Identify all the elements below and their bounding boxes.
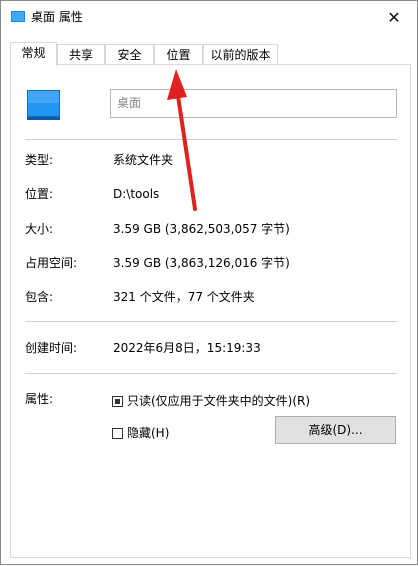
readonly-checkbox[interactable] <box>112 396 123 407</box>
location-value: D:\tools <box>113 187 160 201</box>
size-on-disk-label: 占用空间: <box>25 256 78 270</box>
contains-label: 包含: <box>25 290 54 304</box>
folder-icon <box>11 11 25 22</box>
type-label: 类型: <box>25 153 54 167</box>
title-bar[interactable]: 桌面 属性 ✕ <box>1 1 417 33</box>
location-label: 位置: <box>25 187 54 201</box>
created-label: 创建时间: <box>25 341 78 355</box>
advanced-button[interactable]: 高级(D)... <box>275 416 396 444</box>
tab-previous-versions[interactable]: 以前的版本 <box>203 44 278 65</box>
close-button[interactable]: ✕ <box>371 1 417 33</box>
type-value: 系统文件夹 <box>113 153 174 167</box>
size-on-disk-value: 3.59 GB (3,863,126,016 字节) <box>113 256 290 270</box>
tab-strip: 常规 共享 安全 位置 以前的版本 <box>10 42 410 66</box>
divider <box>25 321 397 322</box>
size-value: 3.59 GB (3,862,503,057 字节) <box>113 222 290 236</box>
properties-window: 桌面 属性 ✕ 常规 共享 安全 位置 以前的版本 桌面 类型: 系统文件夹 位… <box>0 0 418 565</box>
readonly-label[interactable]: 只读(仅应用于文件夹中的文件)(R) <box>127 393 310 409</box>
hidden-label[interactable]: 隐藏(H) <box>127 425 169 441</box>
tab-sharing[interactable]: 共享 <box>57 44 105 65</box>
desktop-folder-icon <box>27 90 60 120</box>
size-label: 大小: <box>25 222 54 236</box>
close-icon: ✕ <box>387 7 401 27</box>
contains-value: 321 个文件，77 个文件夹 <box>113 290 255 304</box>
tab-security[interactable]: 安全 <box>105 44 154 65</box>
folder-name-field[interactable]: 桌面 <box>110 89 397 118</box>
tab-general[interactable]: 常规 <box>10 42 57 66</box>
window-title: 桌面 属性 <box>31 10 83 24</box>
divider <box>25 139 397 140</box>
attributes-label: 属性: <box>25 392 54 406</box>
divider <box>25 373 397 374</box>
tab-location[interactable]: 位置 <box>154 44 203 65</box>
created-value: 2022年6月8日，15:19:33 <box>113 341 261 355</box>
hidden-checkbox[interactable] <box>112 428 123 439</box>
